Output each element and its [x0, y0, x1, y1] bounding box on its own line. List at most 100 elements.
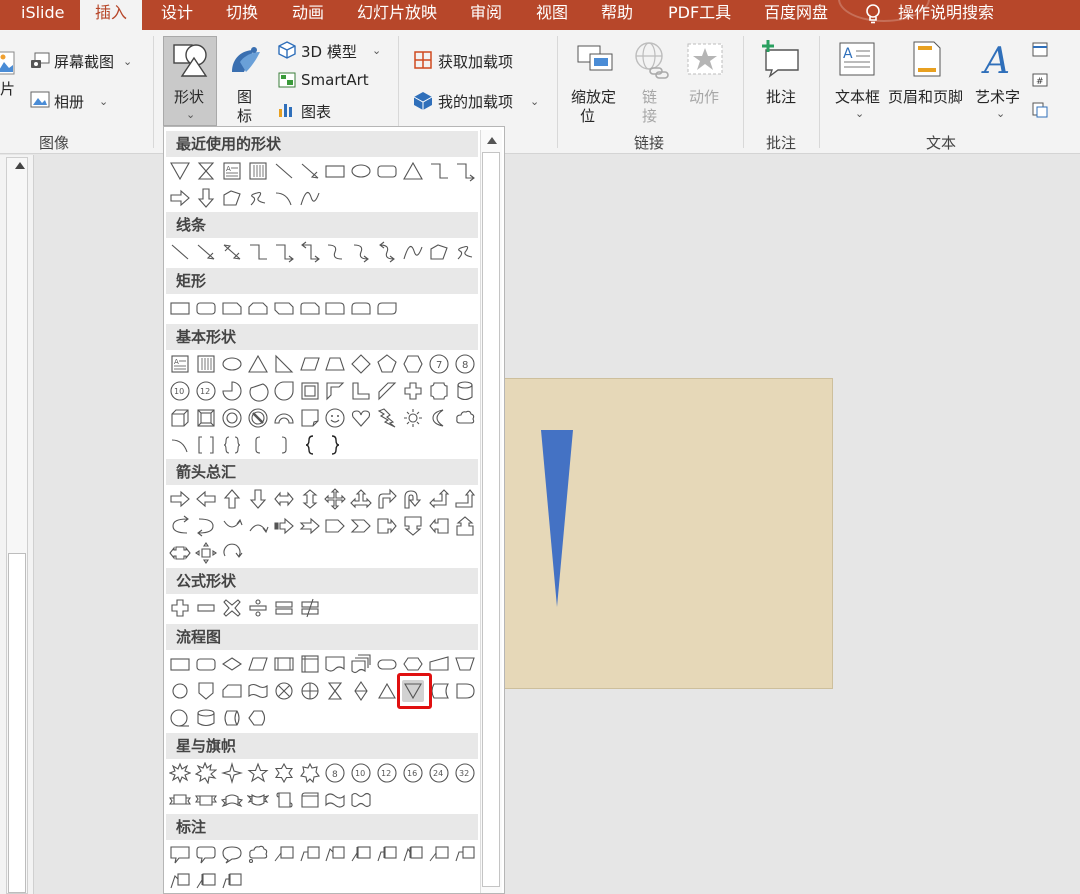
shape-double-wave-icon[interactable] [350, 789, 372, 811]
shape-curve-icon[interactable] [402, 241, 424, 263]
shape-scribble-icon[interactable] [454, 241, 476, 263]
shape-star-4-icon[interactable] [221, 762, 243, 784]
scroll-up-arrow-icon[interactable] [487, 137, 497, 144]
shape-alternate-process-icon[interactable] [195, 653, 217, 675]
shape-right-triangle-icon[interactable] [273, 353, 295, 375]
shape-bent-up-arrow-icon[interactable] [454, 488, 476, 510]
shape-sort-icon[interactable] [350, 680, 372, 702]
shape-cross-icon[interactable] [402, 380, 424, 402]
shape-l-shape-icon[interactable] [350, 380, 372, 402]
shape-down-arrow-callout-icon[interactable] [402, 515, 424, 537]
shape-curved-arrow-icon[interactable] [350, 241, 372, 263]
shape-frame-icon[interactable] [299, 380, 321, 402]
shape-parallelogram-icon[interactable] [299, 353, 321, 375]
photo-album-button[interactable]: 相册 [54, 91, 84, 112]
shape-oval-callout-icon[interactable] [221, 843, 243, 865]
shape-double-bracket-icon[interactable] [195, 434, 217, 456]
shape-star-32-icon[interactable]: 32 [454, 762, 476, 784]
shape-heart-icon[interactable] [350, 407, 372, 429]
3d-model-button[interactable]: 3D 模型 [301, 41, 357, 62]
shape-lightning-bolt-icon[interactable] [376, 407, 398, 429]
shape-scribble-icon[interactable] [247, 187, 269, 209]
shape-multiply-icon[interactable] [221, 597, 243, 619]
shape-teardrop-icon[interactable] [273, 380, 295, 402]
chevron-down-icon[interactable]: ⌄ [99, 95, 108, 108]
shape-curved-ribbon-up-icon[interactable] [221, 789, 243, 811]
shape-document-icon[interactable] [324, 653, 346, 675]
shape-star-16-icon[interactable]: 16 [402, 762, 424, 784]
shape-triangle-icon[interactable] [247, 353, 269, 375]
text-box-icon[interactable]: A [838, 41, 876, 77]
shape-left-brace-icon[interactable] [299, 434, 321, 456]
tab-help[interactable]: 帮助 [601, 0, 633, 30]
shape-rectangle-icon[interactable] [169, 297, 191, 319]
shape-half-frame-icon[interactable] [324, 380, 346, 402]
lightbulb-icon[interactable] [864, 4, 882, 24]
shape-delay-icon[interactable] [454, 680, 476, 702]
shape-hourglass-icon[interactable] [195, 160, 217, 182]
shape-right-arrow-icon[interactable] [169, 488, 191, 510]
shape-curved-down-arrow-icon[interactable] [247, 515, 269, 537]
shape-text-box-icon[interactable]: A [169, 353, 191, 375]
get-addins-button[interactable]: 获取加载项 [438, 51, 513, 72]
shape-triangle-icon[interactable] [402, 160, 424, 182]
link-icon[interactable] [630, 40, 670, 80]
shape-explosion-1-icon[interactable] [169, 762, 191, 784]
shape-horizontal-scroll-icon[interactable] [299, 789, 321, 811]
shape-snip-diagonal-icon[interactable] [273, 297, 295, 319]
tab-pdf-tools[interactable]: PDF工具 [668, 0, 731, 30]
shape-rounded-rectangle-icon[interactable] [195, 297, 217, 319]
shape-down-arrow-icon[interactable] [195, 187, 217, 209]
shape-curved-double-arrow-icon[interactable] [376, 241, 398, 263]
link-label-line2[interactable]: 接 [642, 105, 657, 126]
shape-star-6-icon[interactable] [273, 762, 295, 784]
shape-multidocument-icon[interactable] [350, 653, 372, 675]
shape-equal-icon[interactable] [273, 597, 295, 619]
shape-curved-left-arrow-icon[interactable] [195, 515, 217, 537]
shape-elbow-arrow-icon[interactable] [454, 160, 476, 182]
shape-curved-right-arrow-icon[interactable] [169, 515, 191, 537]
icons-icon[interactable] [226, 42, 264, 78]
chevron-down-icon[interactable]: ⌄ [530, 95, 539, 108]
action-button[interactable]: 动作 [689, 86, 719, 107]
object-icon[interactable] [1031, 101, 1049, 119]
shape-line-icon[interactable] [169, 241, 191, 263]
scrollbar-thumb[interactable] [482, 152, 500, 887]
shape-connector-icon[interactable] [169, 680, 191, 702]
shape-hexagon-icon[interactable] [402, 353, 424, 375]
shape-sequential-access-storage-icon[interactable] [169, 707, 191, 729]
shape-decision-icon[interactable] [221, 653, 243, 675]
thumbnail-scrollbar[interactable] [6, 157, 28, 894]
action-icon[interactable] [686, 42, 724, 76]
shape-elbow-arrow-icon[interactable] [273, 241, 295, 263]
shape-down-arrow-icon[interactable] [247, 488, 269, 510]
shape-ribbon-down-icon[interactable] [195, 789, 217, 811]
shape-line-callout-3-accent-icon[interactable] [402, 843, 424, 865]
shape-star-12-icon[interactable]: 12 [376, 762, 398, 784]
shape-freeform-icon[interactable] [428, 241, 450, 263]
shape-star-7-icon[interactable] [299, 762, 321, 784]
slide-canvas[interactable] [500, 378, 833, 689]
shape-heptagon-icon[interactable]: 7 [428, 353, 450, 375]
tab-transitions[interactable]: 切换 [226, 0, 258, 30]
shape-process-icon[interactable] [169, 653, 191, 675]
shape-line-callout-1-border-accent-icon[interactable] [195, 870, 217, 892]
shape-line-icon[interactable] [273, 160, 295, 182]
shape-pentagon-icon[interactable] [376, 353, 398, 375]
shape-line-callout-3-border-icon[interactable] [169, 870, 191, 892]
shape-punched-tape-icon[interactable] [247, 680, 269, 702]
shape-bent-arrow-icon[interactable] [376, 488, 398, 510]
text-box-label[interactable]: 文本框 [835, 86, 880, 107]
shape-snip-round-icon[interactable] [299, 297, 321, 319]
shape-diamond-icon[interactable] [350, 353, 372, 375]
shape-curve-icon[interactable] [299, 187, 321, 209]
shape-sun-icon[interactable] [402, 407, 424, 429]
shape-donut-icon[interactable] [221, 407, 243, 429]
slide-number-icon[interactable]: # [1031, 71, 1049, 89]
shape-terminator-icon[interactable] [376, 653, 398, 675]
shape-elbow-connector-icon[interactable] [247, 241, 269, 263]
shape-arrow-line-icon[interactable] [195, 241, 217, 263]
shape-block-arc-icon[interactable] [273, 407, 295, 429]
shape-collate-icon[interactable] [324, 680, 346, 702]
shape-card-icon[interactable] [221, 680, 243, 702]
